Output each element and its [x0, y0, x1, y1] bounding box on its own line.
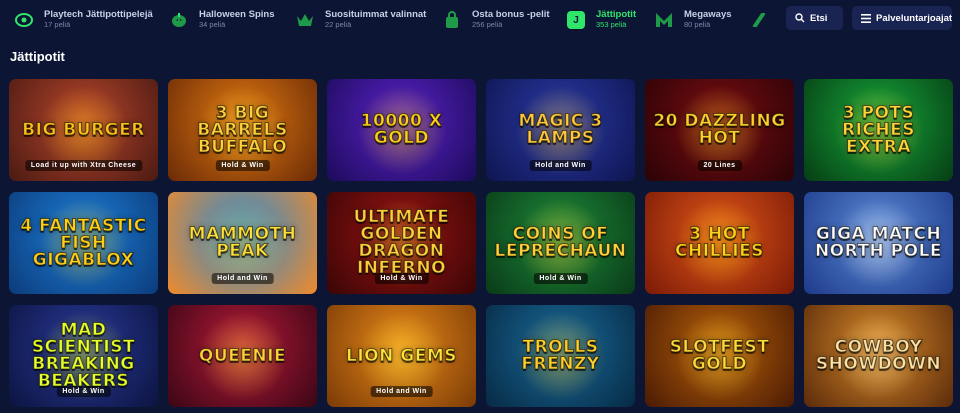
providers-button[interactable]: Palveluntarjoajat [852, 6, 952, 30]
game-title: Lion Gems [346, 345, 457, 366]
category-jackpots[interactable]: J Jättipotit 353 peliä [552, 0, 640, 40]
category-playtech-jackpots[interactable]: Playtech Jättipottipelejä 17 peliä [0, 0, 155, 40]
search-button[interactable]: Etsi [786, 6, 843, 30]
game-title: 10000 X Gold [360, 111, 443, 148]
game-title: Cowboy Showdown [815, 337, 942, 374]
category-count: 80 peliä [684, 20, 711, 30]
game-title: Queenie [198, 345, 287, 366]
game-grid: Big Burger Load it up with Xtra Cheese 3 B… [9, 79, 953, 407]
game-title: Ultimate Golden Dragon Inferno [353, 207, 450, 278]
playtech-logo-icon [14, 10, 34, 30]
game-tile[interactable]: 3 Pots Riches Extra [804, 79, 953, 181]
game-subtitle: Hold and Win [370, 386, 433, 397]
game-title: Magic 3 Lamps [518, 111, 603, 148]
game-subtitle: Hold & Win [374, 273, 429, 284]
game-tile[interactable]: Giga Match North Pole [804, 192, 953, 294]
game-subtitle: Hold and Win [211, 273, 274, 284]
search-label: Etsi [810, 12, 828, 24]
game-title: 3 Pots Riches Extra [842, 102, 915, 157]
pumpkin-icon [169, 10, 189, 30]
game-tile[interactable]: Ultimate Golden Dragon Inferno Hold & Win [327, 192, 476, 294]
category-count: 256 peliä [472, 20, 503, 30]
game-tile[interactable]: Queenie [168, 305, 317, 407]
providers-label: Palveluntarjoajat [876, 12, 953, 24]
category-count: 22 peliä [325, 20, 352, 30]
game-title: 3 Hot Chillies [675, 224, 764, 261]
section-title: Jättipotit [10, 49, 65, 64]
game-title: Giga Match North Pole [814, 224, 943, 261]
category-count: 17 peliä [44, 20, 71, 30]
game-tile[interactable]: 4 Fantastic Fish Gigablox [9, 192, 158, 294]
game-title: Mammoth Peak [188, 224, 297, 261]
game-tile[interactable]: Lion Gems Hold and Win [327, 305, 476, 407]
game-tile[interactable]: Mad Scientist Breaking Beakers Hold & Win [9, 305, 158, 407]
game-tile[interactable]: Mammoth Peak Hold and Win [168, 192, 317, 294]
game-tile[interactable]: 3 Big Barrels Buffalo Hold & Win [168, 79, 317, 181]
shopping-bag-icon [442, 10, 462, 30]
category-bonus-buy[interactable]: Osta bonus -pelit 256 peliä [428, 0, 552, 40]
jackpot-badge: J [567, 11, 585, 29]
game-subtitle: 20 Lines [697, 160, 742, 171]
category-count: 34 peliä [199, 20, 226, 30]
game-subtitle: Hold and Win [529, 160, 592, 171]
scroll-right-icon[interactable] [749, 10, 769, 30]
game-tile[interactable]: 3 Hot Chillies [645, 192, 794, 294]
game-tile[interactable]: Coins of Leprechaun Hold & Win [486, 192, 635, 294]
category-megaways[interactable]: Megaways 80 peliä [640, 0, 734, 40]
jackpot-j-icon: J [566, 10, 586, 30]
game-subtitle: Hold & Win [56, 386, 111, 397]
game-title: Trolls Frenzy [521, 337, 600, 374]
list-icon [861, 13, 871, 23]
game-tile[interactable]: Trolls Frenzy [486, 305, 635, 407]
game-title: Slotfest Gold [669, 337, 770, 374]
category-count: 353 peliä [596, 20, 627, 30]
game-title: 4 Fantastic Fish Gigablox [20, 215, 147, 270]
game-tile[interactable]: Slotfest Gold [645, 305, 794, 407]
game-title: Coins of Leprechaun [494, 224, 627, 261]
category-halloween-spins[interactable]: Halloween Spins 34 peliä [155, 0, 281, 40]
game-subtitle: Hold & Win [215, 160, 270, 171]
game-tile[interactable]: 10000 X Gold [327, 79, 476, 181]
category-top-picks[interactable]: Suosituimmat valinnat 22 peliä [281, 0, 428, 40]
crown-icon [295, 10, 315, 30]
game-title: Big Burger [22, 119, 145, 140]
game-tile[interactable]: Cowboy Showdown [804, 305, 953, 407]
game-tile[interactable]: 20 Dazzling Hot 20 Lines [645, 79, 794, 181]
search-icon [795, 13, 805, 23]
game-subtitle: Hold & Win [533, 273, 588, 284]
game-subtitle: Load it up with Xtra Cheese [24, 160, 143, 171]
game-title: 20 Dazzling Hot [653, 111, 786, 148]
game-title: Mad Scientist Breaking Beakers [31, 320, 136, 391]
game-tile[interactable]: Magic 3 Lamps Hold and Win [486, 79, 635, 181]
game-tile[interactable]: Big Burger Load it up with Xtra Cheese [9, 79, 158, 181]
megaways-m-icon [654, 10, 674, 30]
game-title: 3 Big Barrels Buffalo [197, 102, 288, 157]
